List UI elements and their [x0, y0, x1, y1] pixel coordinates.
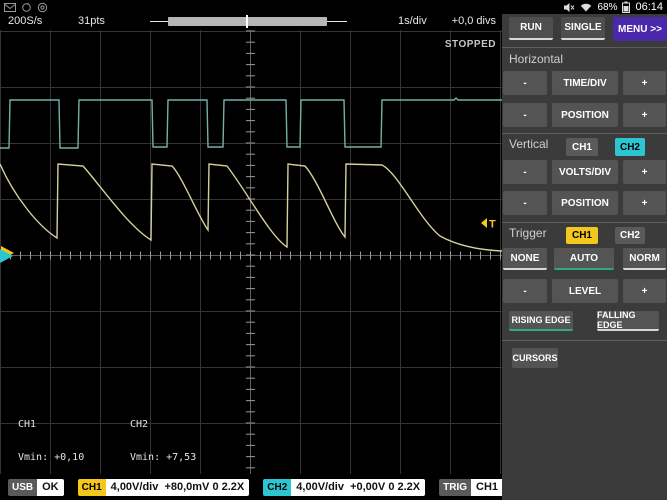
acquisition-status: STOPPED	[445, 39, 496, 50]
oscilloscope-app: 68% 06:14 200S/s 31pts 1s/div +0,0 divs …	[0, 0, 667, 500]
wifi-icon	[580, 2, 592, 12]
trigger-level-minus-button[interactable]: -	[503, 279, 547, 303]
clock: 06:14	[635, 1, 663, 13]
trigger-level-plus-button[interactable]: +	[623, 279, 666, 303]
ch2-settings-value: 4,00V/div +0,00V 0 2.2X	[291, 479, 425, 496]
timediv-plus-button[interactable]: +	[623, 71, 666, 95]
trig-badge: TRIG	[439, 479, 471, 496]
trigger-none-button[interactable]: NONE	[503, 248, 547, 270]
vertical-ch1-button[interactable]: CH1	[566, 138, 598, 156]
menu-button[interactable]: MENU >>	[613, 17, 667, 41]
record-points: 31pts	[78, 15, 105, 27]
battery-percent: 68%	[597, 2, 617, 13]
divider	[502, 222, 667, 223]
ch1-badge: CH1	[78, 479, 106, 496]
mute-icon	[564, 2, 575, 13]
system-status-icons: 68% 06:14	[564, 1, 663, 13]
vertical-section-label: Vertical	[509, 137, 548, 151]
mail-icon	[4, 3, 16, 12]
ch1-settings-value: 4,00V/div +80,0mV 0 2.2X	[106, 479, 250, 496]
trigger-section-label: Trigger	[509, 226, 547, 240]
at-icon	[37, 2, 48, 13]
ch2-settings[interactable]: CH2 4,00V/div +0,00V 0 2.2X	[263, 479, 425, 496]
single-button[interactable]: SINGLE	[561, 17, 605, 40]
vposition-plus-button[interactable]: +	[623, 191, 666, 215]
usb-status: USB OK	[8, 479, 64, 496]
divider	[502, 133, 667, 134]
sync-icon	[21, 2, 32, 13]
horizontal-section-label: Horizontal	[509, 52, 563, 66]
ch2-vmin: Vmin: +7,53	[130, 452, 202, 463]
vposition-button[interactable]: POSITION	[552, 191, 618, 215]
trigger-ch2-button[interactable]: CH2	[615, 227, 645, 244]
time-per-div: 1s/div	[398, 15, 427, 27]
ch1-measurements-title: CH1	[18, 419, 90, 430]
run-button[interactable]: RUN	[509, 17, 553, 40]
ch2-measurements-title: CH2	[130, 419, 202, 430]
scope-display[interactable]: T STOPPED CH1 Vmin: +0,10 Vmax: +6,41 Vp…	[0, 30, 502, 474]
vertical-ch2-button[interactable]: CH2	[615, 138, 645, 156]
android-status-bar: 68% 06:14	[0, 0, 667, 14]
trigger-level-button[interactable]: LEVEL	[552, 279, 618, 303]
horizontal-scroll-center-tick	[246, 15, 248, 28]
timediv-minus-button[interactable]: -	[503, 71, 547, 95]
scope-toolbar: 200S/s 31pts 1s/div +0,0 divs	[0, 14, 502, 30]
usb-value: OK	[37, 479, 64, 496]
control-panel: RUN SINGLE MENU >> Horizontal - TIME/DIV…	[502, 14, 667, 500]
trigger-level-marker[interactable]	[481, 218, 487, 228]
trigger-ch1-button[interactable]: CH1	[566, 227, 598, 244]
ch1-vmin: Vmin: +0,10	[18, 452, 90, 463]
vposition-minus-button[interactable]: -	[503, 191, 547, 215]
trigger-norm-button[interactable]: NORM	[623, 248, 666, 270]
cursors-button[interactable]: CURSORS	[512, 348, 558, 368]
falling-edge-button[interactable]: FALLING EDGE	[597, 311, 659, 331]
trigger-auto-button[interactable]: AUTO	[554, 248, 614, 270]
timediv-button[interactable]: TIME/DIV	[552, 71, 618, 95]
rising-edge-button[interactable]: RISING EDGE	[509, 311, 573, 331]
divider	[502, 47, 667, 48]
hposition-plus-button[interactable]: +	[623, 103, 666, 127]
ch2-badge: CH2	[263, 479, 291, 496]
sample-rate: 200S/s	[8, 15, 42, 27]
notification-icons	[4, 2, 48, 13]
hposition-minus-button[interactable]: -	[503, 103, 547, 127]
voltsdiv-button[interactable]: VOLTS/DIV	[552, 160, 618, 184]
battery-icon	[622, 1, 630, 13]
channel-status-bar: USB OK CH1 4,00V/div +80,0mV 0 2.2X CH2 …	[0, 474, 502, 500]
divider	[502, 340, 667, 341]
usb-badge: USB	[8, 479, 37, 496]
voltsdiv-minus-button[interactable]: -	[503, 160, 547, 184]
voltsdiv-plus-button[interactable]: +	[623, 160, 666, 184]
hposition-button[interactable]: POSITION	[552, 103, 618, 127]
horizontal-offset: +0,0 divs	[452, 15, 496, 27]
trigger-marker-label: T	[489, 219, 496, 231]
ch1-settings[interactable]: CH1 4,00V/div +80,0mV 0 2.2X	[78, 479, 250, 496]
